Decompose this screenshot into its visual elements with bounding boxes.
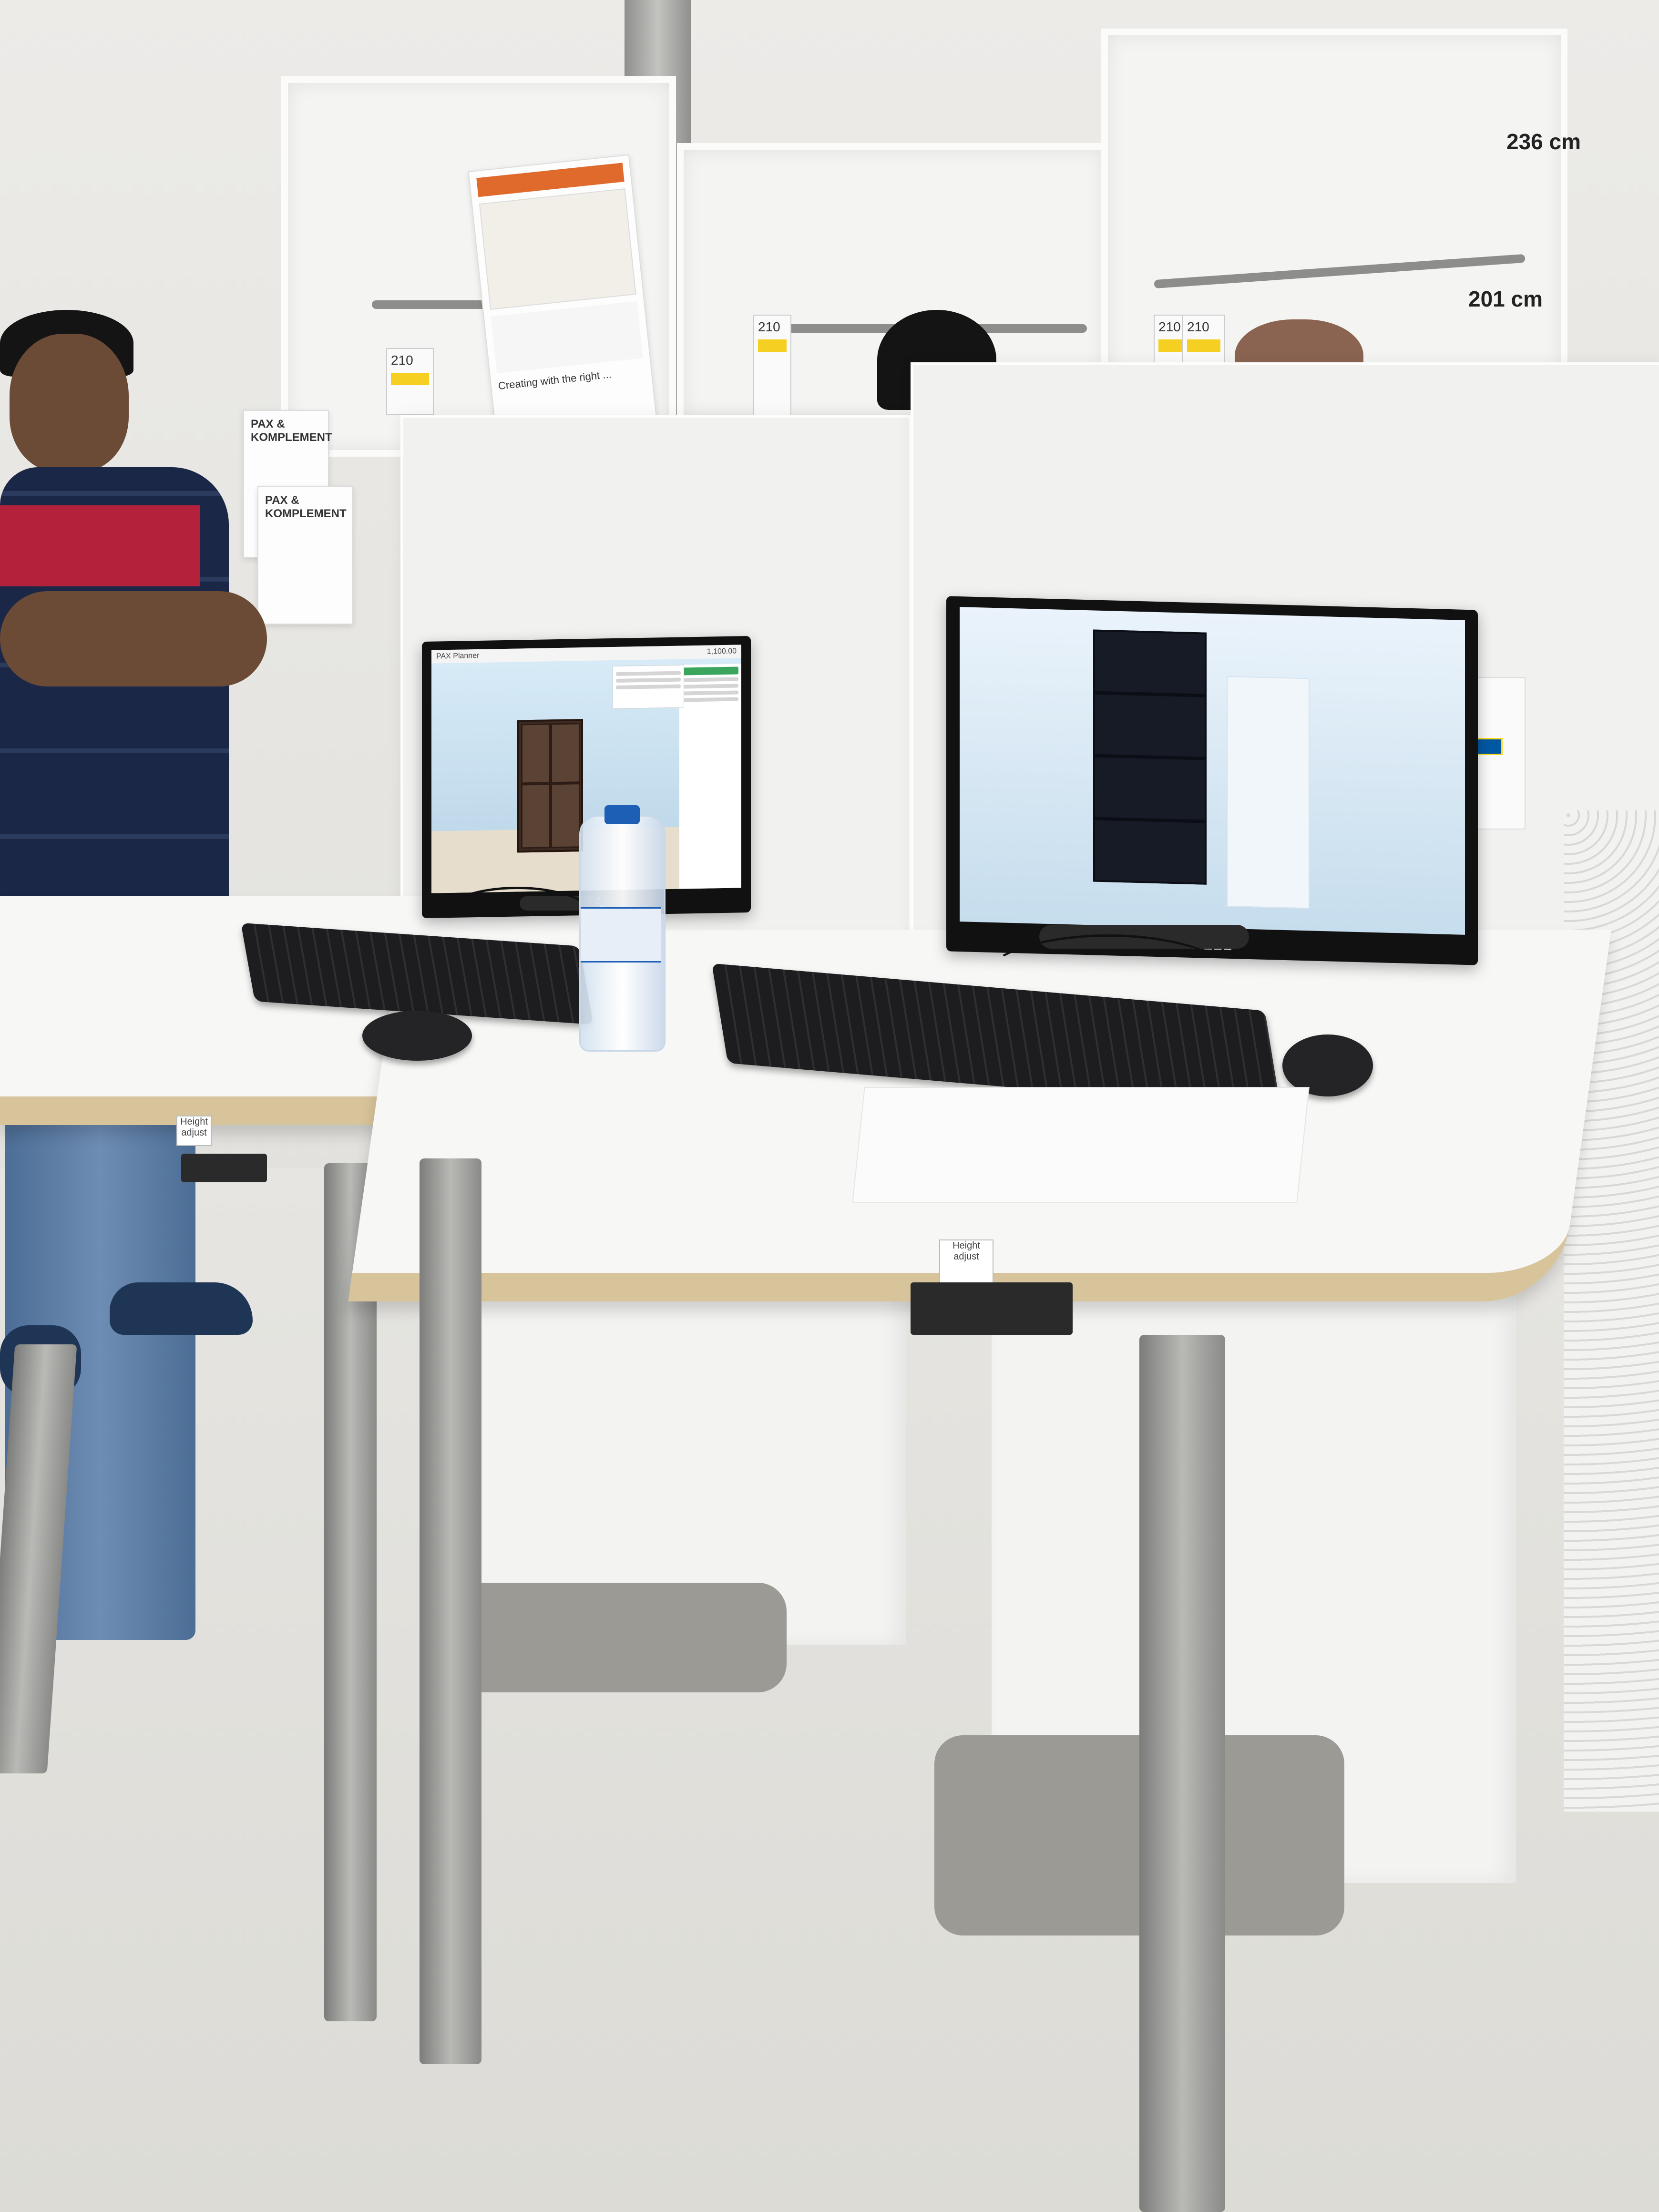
price-tag-value: 210 (758, 319, 780, 334)
shelf-width-label: 201 cm (1468, 287, 1543, 311)
monitor-right-screen[interactable] (960, 607, 1465, 935)
price-tag-value: 210 (1187, 319, 1209, 334)
pillar-base (453, 1583, 787, 1692)
paper-sheet (852, 1087, 1310, 1203)
person-head (10, 334, 129, 472)
price-tag-value: 210 (391, 353, 413, 368)
planner-add-button[interactable] (682, 666, 738, 676)
water-bottle (579, 805, 666, 1052)
wardrobe-door-panel (1093, 692, 1207, 759)
virtual-wardrobe (517, 719, 583, 853)
shirt-red-stripe (0, 505, 200, 586)
desk-leg (1139, 1335, 1225, 2212)
wardrobe-door-panel (1093, 629, 1207, 696)
price-tag-value: 210 (1158, 319, 1181, 334)
bottle-label (581, 907, 661, 963)
price-tag: 210 (386, 348, 434, 415)
bottle-cap (604, 805, 640, 824)
instruction-poster: Creating with the right ... (468, 154, 657, 437)
height-switch[interactable] (181, 1154, 267, 1182)
person-standing (0, 305, 286, 1640)
hanging-rail-left (372, 300, 496, 309)
person-arms (0, 591, 267, 686)
planner-side-panel[interactable] (679, 664, 741, 889)
monitor-right: DELL (946, 596, 1478, 965)
height-switch[interactable] (911, 1282, 1073, 1335)
price-tag: 210 (753, 315, 791, 420)
planner-app-title: PAX Planner (436, 651, 480, 661)
virtual-wall-panel (1227, 676, 1310, 909)
desk-leg (420, 1158, 481, 2064)
height-adjust-sticker: Height adjust (939, 1239, 993, 1284)
planner-tooltip (613, 665, 684, 709)
planner-app-bar: PAX Planner 1,100.00 (431, 645, 741, 664)
shelf-height-label: 236 cm (1506, 129, 1581, 154)
wardrobe-door-panel (1093, 818, 1207, 885)
mouse-left[interactable] (362, 1011, 472, 1061)
height-adjust-sticker: Height adjust (176, 1116, 212, 1146)
wardrobe-door-panel (1093, 755, 1207, 822)
poster-caption: Creating with the right ... (497, 368, 612, 392)
planner-price-readout: 1,100.00 (707, 647, 737, 656)
person-shoe (110, 1282, 253, 1335)
